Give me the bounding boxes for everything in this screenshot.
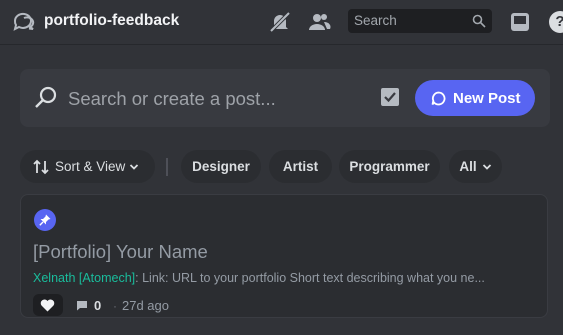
post-author[interactable]: Xelnath [Atomech]	[33, 271, 135, 285]
pinned-badge	[34, 209, 56, 231]
all-tags-label: All	[459, 159, 477, 174]
post-age: 27d ago	[122, 298, 169, 313]
new-post-button[interactable]: New Post	[415, 80, 535, 116]
header-search-input[interactable]: Search	[348, 9, 492, 33]
filter-divider	[166, 158, 168, 176]
chat-bubble-icon	[431, 91, 446, 106]
search-icon	[472, 14, 486, 28]
inbox-icon[interactable]	[508, 10, 532, 34]
post-preview-text: : Link: URL to your portfolio Short text…	[135, 271, 485, 285]
post-preview: Xelnath [Atomech]: Link: URL to your por…	[33, 271, 538, 285]
meta-separator: ·	[113, 299, 117, 313]
search-icon	[35, 86, 57, 108]
threads-icon	[13, 12, 35, 31]
sort-view-label: Sort & View	[55, 159, 126, 174]
post-card[interactable]: [Portfolio] Your Name Xelnath [Atomech]:…	[20, 194, 548, 318]
comment-icon	[77, 301, 87, 311]
search-placeholder: Search	[354, 13, 397, 28]
pin-icon	[39, 214, 51, 226]
sort-view-button[interactable]: Sort & View	[20, 150, 155, 183]
react-button[interactable]	[33, 294, 63, 316]
members-icon[interactable]	[307, 10, 331, 34]
tag-designer[interactable]: Designer	[181, 150, 261, 183]
post-search-placeholder: Search or create a post...	[68, 88, 276, 109]
chevron-down-icon	[130, 163, 139, 170]
heart-icon	[40, 299, 55, 312]
comment-count: 0	[94, 298, 102, 313]
tag-programmer[interactable]: Programmer	[339, 150, 440, 183]
sort-arrows-icon	[33, 159, 49, 174]
tag-artist[interactable]: Artist	[269, 150, 332, 183]
channel-header: portfolio-feedback Search ?	[0, 0, 563, 44]
post-title: [Portfolio] Your Name	[33, 241, 208, 262]
checklist-icon[interactable]	[380, 87, 400, 107]
chevron-down-icon	[482, 163, 491, 170]
new-post-label: New Post	[453, 89, 521, 107]
help-icon[interactable]: ?	[549, 11, 563, 33]
channel-name: portfolio-feedback	[44, 12, 180, 29]
mute-bell-icon[interactable]	[268, 10, 292, 34]
search-or-create-post-bar[interactable]: Search or create a post... New Post	[20, 69, 550, 127]
header-divider	[0, 44, 563, 45]
all-tags-dropdown[interactable]: All	[449, 150, 502, 183]
filter-bar: Sort & View Designer Artist Programmer A…	[0, 150, 563, 184]
